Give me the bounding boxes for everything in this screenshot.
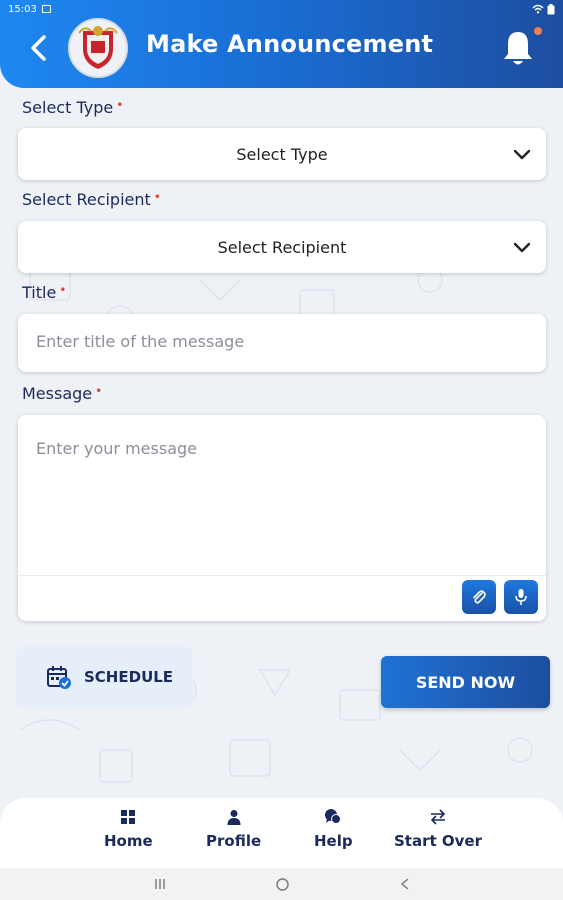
nav-start-over[interactable]: Start Over bbox=[394, 808, 482, 850]
message-label: Message • bbox=[22, 384, 102, 403]
person-icon bbox=[225, 808, 243, 826]
voice-input-button[interactable] bbox=[504, 580, 538, 614]
status-time: 15:03 bbox=[8, 3, 37, 15]
title-label-text: Title bbox=[22, 283, 57, 302]
paperclip-icon bbox=[473, 590, 486, 604]
type-dropdown[interactable]: Select Type bbox=[18, 128, 546, 180]
home-circle-icon[interactable] bbox=[276, 878, 289, 891]
system-navigation-bar bbox=[0, 868, 563, 900]
back-arrow-icon bbox=[31, 35, 46, 61]
recipient-dropdown[interactable]: Select Recipient bbox=[18, 221, 546, 273]
type-label-text: Select Type bbox=[22, 98, 114, 117]
nav-profile[interactable]: Profile bbox=[206, 808, 261, 850]
chevron-down-icon bbox=[513, 242, 531, 253]
nav-home[interactable]: Home bbox=[104, 808, 153, 850]
bell-icon bbox=[504, 32, 532, 65]
recipient-label: Select Recipient • bbox=[22, 190, 161, 209]
page-title: Make Announcement bbox=[146, 30, 434, 58]
app-header: 15:03 Make Announcement bbox=[0, 0, 563, 88]
nav-help-label: Help bbox=[314, 832, 353, 850]
required-marker: • bbox=[153, 190, 161, 204]
schedule-label: SCHEDULE bbox=[84, 668, 174, 686]
recipient-label-text: Select Recipient bbox=[22, 190, 151, 209]
required-marker: • bbox=[59, 283, 67, 297]
notification-badge bbox=[534, 27, 542, 35]
send-now-label: SEND NOW bbox=[415, 672, 516, 692]
chevron-down-icon bbox=[513, 149, 531, 160]
title-placeholder: Enter title of the message bbox=[36, 332, 245, 351]
required-marker: • bbox=[95, 384, 103, 398]
nav-home-label: Home bbox=[104, 832, 153, 850]
status-bar: 15:03 bbox=[0, 0, 563, 18]
notification-icon bbox=[41, 5, 51, 13]
send-now-button[interactable]: SEND NOW bbox=[381, 656, 550, 708]
back-button[interactable] bbox=[24, 33, 52, 63]
recents-icon[interactable] bbox=[154, 878, 166, 890]
nav-profile-label: Profile bbox=[206, 832, 262, 850]
grid-icon bbox=[119, 808, 137, 826]
calendar-check-icon bbox=[47, 666, 71, 689]
microphone-icon bbox=[515, 589, 527, 605]
message-textarea[interactable]: Enter your message bbox=[18, 415, 546, 621]
school-logo bbox=[68, 18, 128, 78]
attach-button[interactable] bbox=[462, 580, 496, 614]
system-back-icon[interactable] bbox=[400, 878, 410, 890]
nav-start-over-label: Start Over bbox=[394, 832, 482, 850]
schedule-button[interactable]: SCHEDULE bbox=[16, 646, 193, 708]
divider bbox=[18, 575, 546, 576]
title-input[interactable]: Enter title of the message bbox=[18, 314, 546, 372]
message-placeholder: Enter your message bbox=[36, 439, 197, 458]
chat-icon bbox=[324, 808, 342, 826]
nav-help[interactable]: Help bbox=[314, 808, 353, 850]
wifi-icon bbox=[532, 4, 544, 14]
swap-arrows-icon bbox=[429, 808, 447, 826]
title-label: Title • bbox=[22, 283, 66, 302]
required-marker: • bbox=[116, 98, 124, 112]
battery-icon bbox=[547, 3, 555, 14]
message-label-text: Message bbox=[22, 384, 93, 403]
type-dropdown-value: Select Type bbox=[236, 144, 328, 164]
type-label: Select Type • bbox=[22, 98, 123, 117]
bottom-navigation: Home Profile Help Start Over bbox=[0, 798, 563, 868]
recipient-dropdown-value: Select Recipient bbox=[217, 237, 347, 257]
notification-button[interactable] bbox=[500, 28, 536, 68]
